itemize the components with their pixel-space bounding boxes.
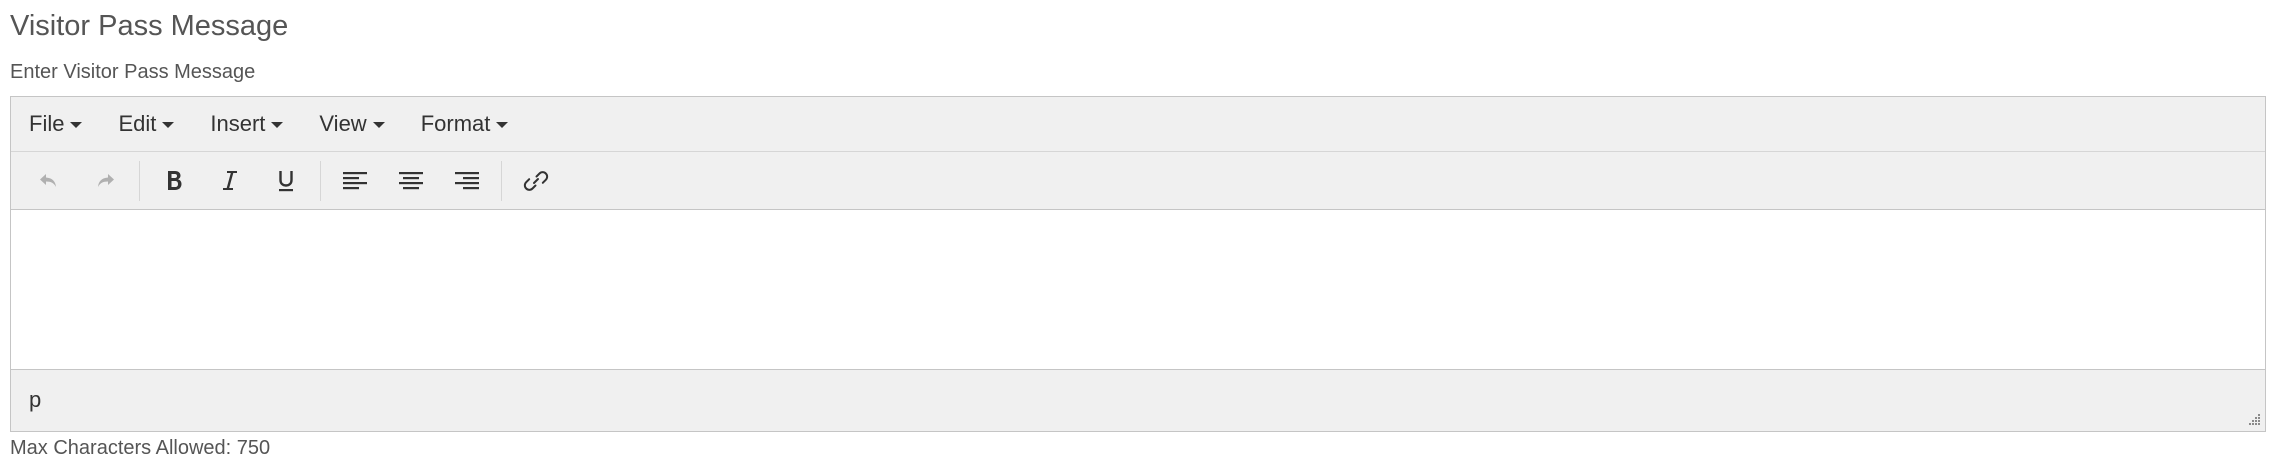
menu-file-label: File: [29, 111, 65, 136]
section-title: Visitor Pass Message: [10, 10, 289, 42]
menu-insert-label: Insert: [210, 111, 266, 136]
insert-group: [508, 161, 570, 201]
max-characters-note: Max Characters Allowed: 750: [10, 437, 271, 459]
underline-icon: [279, 170, 293, 191]
message-field-label: Enter Visitor Pass Message: [10, 61, 256, 83]
menu-edit-label: Edit: [118, 111, 157, 136]
chevron-down-icon: [70, 122, 83, 128]
bold-button[interactable]: [152, 161, 196, 201]
align-left-icon: [343, 171, 367, 189]
align-center-icon: [399, 171, 423, 189]
chevron-down-icon: [496, 122, 509, 128]
undo-icon: [40, 173, 56, 187]
editor-statusbar: p: [11, 370, 2265, 431]
underline-button[interactable]: [264, 161, 308, 201]
chevron-down-icon: [372, 122, 385, 128]
align-right-button[interactable]: [445, 161, 489, 201]
align-center-button[interactable]: [389, 161, 433, 201]
menu-insert[interactable]: Insert: [200, 104, 293, 144]
editor-content-area[interactable]: [11, 210, 2265, 370]
resize-handle-icon[interactable]: [2245, 411, 2261, 427]
alignment-group: [327, 160, 502, 201]
redo-icon: [98, 173, 114, 187]
menu-edit[interactable]: Edit: [108, 104, 184, 144]
bold-icon: [168, 170, 182, 190]
editor-toolbar: [11, 152, 2265, 210]
link-icon: [523, 170, 549, 191]
chevron-down-icon: [271, 122, 284, 128]
menu-view-label: View: [319, 111, 367, 136]
undo-button[interactable]: [27, 161, 71, 201]
menu-format-label: Format: [420, 111, 491, 136]
menu-file[interactable]: File: [19, 104, 92, 144]
align-left-button[interactable]: [333, 161, 377, 201]
align-right-icon: [455, 171, 479, 189]
menu-view[interactable]: View: [309, 104, 394, 144]
redo-button[interactable]: [83, 161, 127, 201]
formatting-group: [146, 160, 321, 201]
italic-icon: [223, 170, 237, 190]
italic-button[interactable]: [208, 161, 252, 201]
history-group: [21, 160, 140, 201]
menu-format[interactable]: Format: [411, 104, 519, 144]
rich-text-editor: File Edit Insert View Format p: [10, 96, 2266, 432]
link-button[interactable]: [514, 161, 558, 201]
element-path[interactable]: p: [29, 386, 41, 414]
chevron-down-icon: [162, 122, 175, 128]
editor-menubar: File Edit Insert View Format: [11, 97, 2265, 152]
